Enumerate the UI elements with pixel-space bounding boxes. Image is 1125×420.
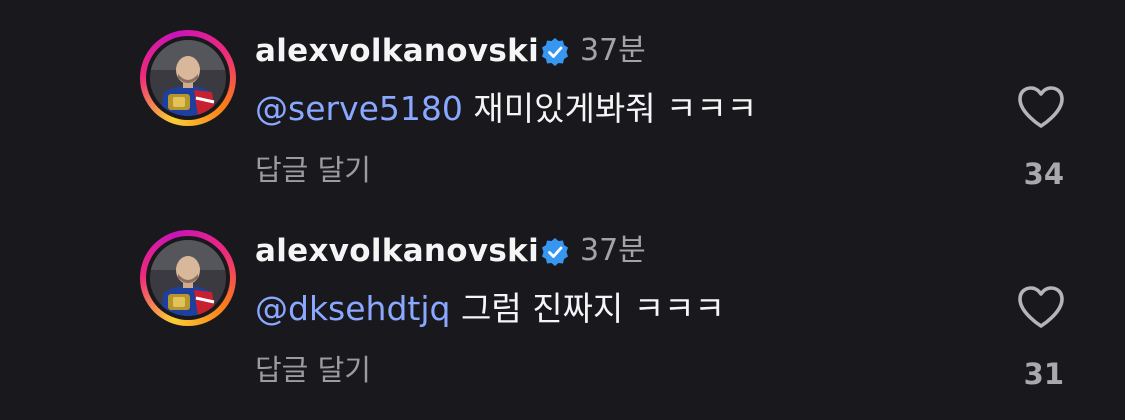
- comment-item: alexvolkanovski 37분 @serve5180 재미있게봐줘 ㅋㅋ…: [0, 0, 1125, 200]
- mention-link[interactable]: @serve5180: [255, 89, 463, 128]
- comment-text: 그럼 진짜지 ㅋㅋㅋ: [460, 289, 725, 328]
- verified-badge-icon: [542, 38, 568, 66]
- avatar-story-ring[interactable]: [140, 230, 236, 326]
- verified-badge-icon: [542, 238, 568, 266]
- comment-body: @dksehdtjq 그럼 진짜지 ㅋㅋㅋ: [255, 286, 725, 332]
- heart-outline-icon[interactable]: [1016, 284, 1066, 330]
- username[interactable]: alexvolkanovski: [255, 30, 539, 72]
- reply-button[interactable]: 답글 달기: [255, 150, 371, 190]
- avatar[interactable]: [150, 240, 226, 316]
- mention-link[interactable]: @dksehdtjq: [255, 289, 450, 328]
- comment-time: 37분: [580, 233, 646, 268]
- reply-button[interactable]: 답글 달기: [255, 350, 371, 390]
- username[interactable]: alexvolkanovski: [255, 230, 539, 272]
- heart-outline-icon[interactable]: [1016, 84, 1066, 130]
- comment-item: alexvolkanovski 37분 @dksehdtjq 그럼 진짜지 ㅋㅋ…: [0, 200, 1125, 400]
- comment-time: 37분: [580, 33, 646, 68]
- avatar[interactable]: [150, 40, 226, 116]
- like-count: 34: [1023, 157, 1064, 191]
- avatar-story-ring[interactable]: [140, 30, 236, 126]
- like-count: 31: [1023, 357, 1064, 391]
- comment-text: 재미있게봐줘 ㅋㅋㅋ: [473, 89, 758, 128]
- comment-body: @serve5180 재미있게봐줘 ㅋㅋㅋ: [255, 86, 757, 132]
